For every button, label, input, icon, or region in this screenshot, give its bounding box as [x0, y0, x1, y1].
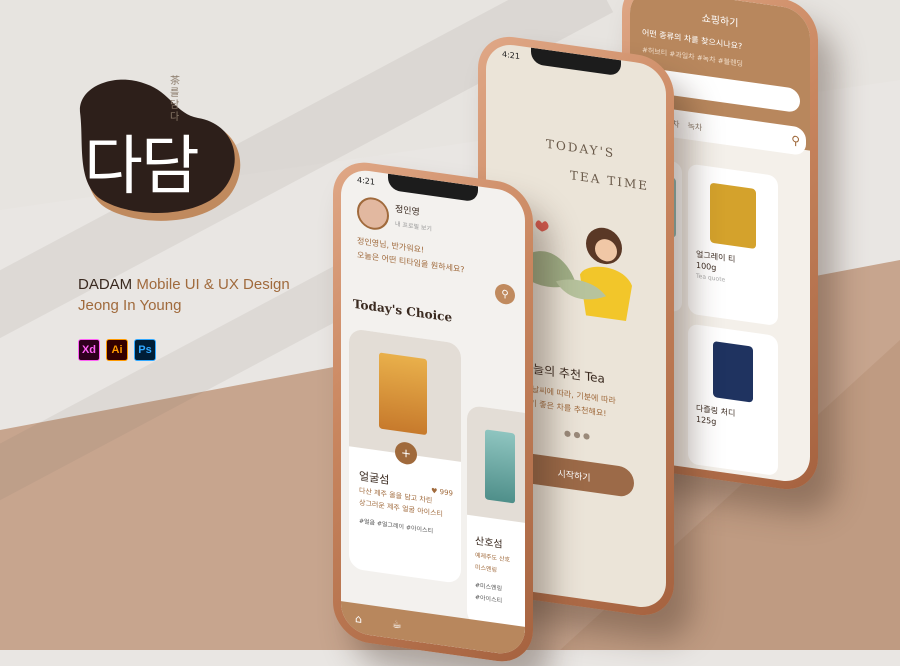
tool-badges: Xd Ai Ps [78, 339, 156, 361]
tea-package [379, 352, 427, 436]
card-tags: #얼음 #얼그레이 #아이스티 [359, 517, 434, 536]
card-likes: ♥ 999 [431, 486, 453, 500]
tea-card[interactable]: + 얼굴섬 다산 제주 올을 담고 차린 상그러운 제주 얼굴 아이스티 ♥ 9… [349, 328, 461, 584]
photoshop-icon: Ps [134, 339, 156, 361]
heart-icon[interactable]: ♥ [431, 487, 437, 496]
phone-home-screen: 4:21 정인영 내 프로필 보기 정인영님, 반가워요! 오늘은 어떤 티타임… [341, 167, 525, 657]
product-card[interactable]: 다즐링 처디 125g [688, 323, 778, 477]
author-name: Jeong In Young [78, 297, 182, 314]
cup-icon[interactable]: ☕ [392, 617, 402, 631]
plus-icon: + [400, 445, 412, 461]
search-icon[interactable]: ⚲ [791, 133, 800, 148]
avatar[interactable] [357, 195, 389, 232]
tea-package [485, 429, 515, 504]
intro-title: 오늘의 추천 Tea [522, 360, 605, 387]
brand-subtitle: Mobile UI & UX Design [136, 276, 290, 293]
card-title: 산호섬 [475, 535, 503, 551]
phone-notch [388, 173, 478, 203]
user-name: 정인영 [395, 204, 420, 219]
brand-title: DADAM Mobile UI & UX Design [78, 273, 290, 297]
card-desc-2: 미스엔링 [475, 563, 498, 575]
tea-card[interactable]: 산호섬 예제주도 산호 미스엔링 #미스엔링 #아이스티 [467, 404, 525, 635]
card-image [467, 404, 525, 525]
illustrator-icon: Ai [106, 339, 128, 361]
phone-home: 4:21 정인영 내 프로필 보기 정인영님, 반가워요! 오늘은 어떤 티타임… [333, 157, 533, 666]
page-indicator: ● ● ● [564, 428, 591, 441]
product-card[interactable]: 얼그레이 티 100g Tea quote [688, 163, 778, 327]
user-sub[interactable]: 내 프로필 보기 [395, 219, 432, 235]
card-title: 얼굴섬 [359, 469, 390, 487]
xd-icon: Xd [78, 339, 100, 361]
product-image [710, 182, 756, 250]
brand-name: DADAM [78, 276, 133, 293]
search-button[interactable]: ⚲ [495, 282, 515, 306]
status-time: 4:21 [502, 49, 520, 62]
section-title: Today's Choice [353, 296, 453, 325]
like-count: 999 [439, 487, 453, 498]
tab-green-tea[interactable]: 녹차 [687, 120, 702, 133]
phone-notch [531, 47, 621, 77]
product-image [713, 341, 753, 403]
logo-wordmark: 다담 [84, 130, 200, 204]
search-icon: ⚲ [501, 288, 509, 301]
status-time: 4:21 [357, 175, 375, 187]
start-button-label: 시작하기 [557, 468, 591, 484]
logo-tagline: 茶를 담다 [170, 76, 180, 123]
tea-time-heading: TODAY'S TEA TIME [546, 130, 649, 200]
home-icon[interactable]: ⌂ [355, 612, 362, 626]
